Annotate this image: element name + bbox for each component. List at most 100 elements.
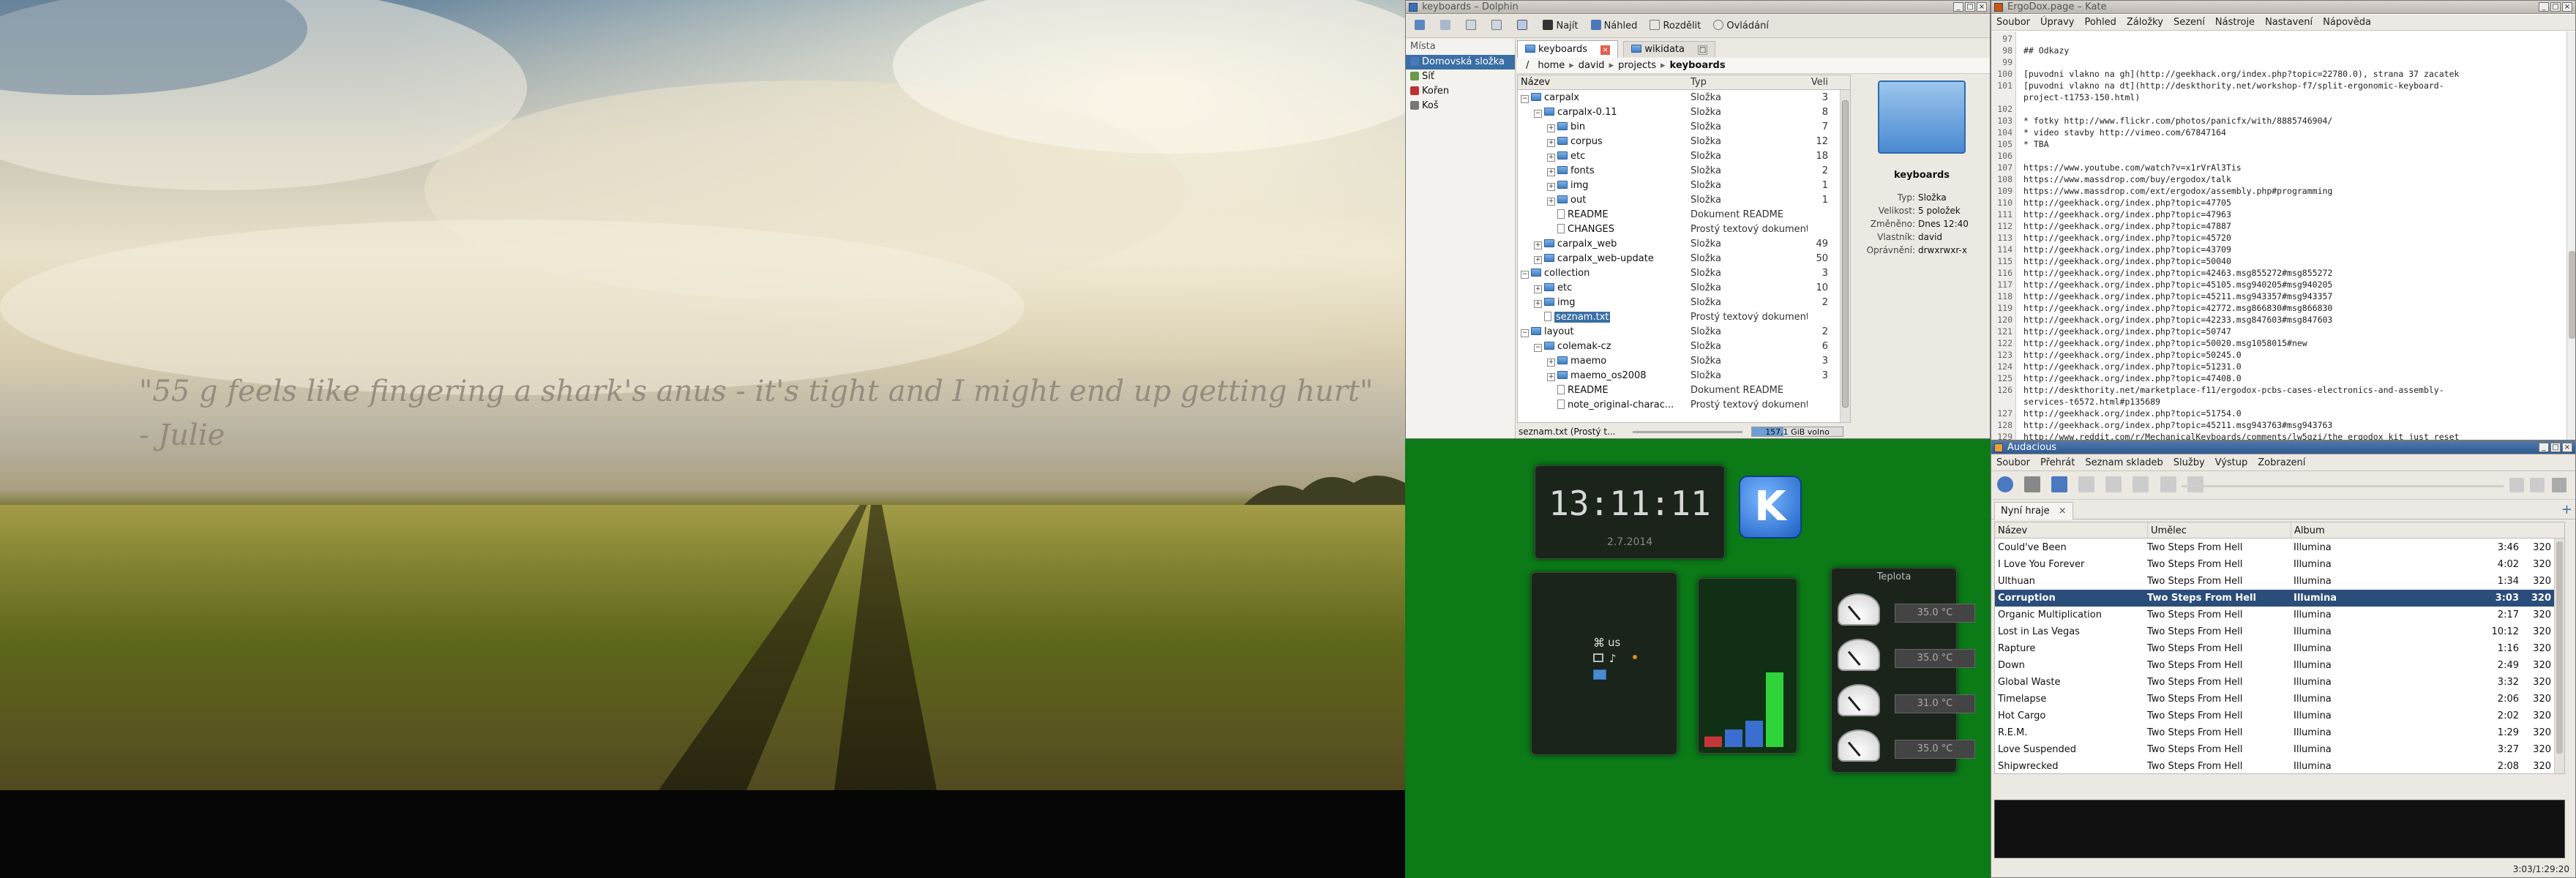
places-item[interactable]: Síť — [1406, 70, 1515, 84]
collapse-icon[interactable]: − — [1521, 329, 1529, 337]
column-size[interactable]: Veli — [1811, 75, 1828, 89]
minimize-button[interactable]: _ — [2539, 2, 2549, 12]
menu-item[interactable]: Zobrazení — [2253, 457, 2310, 468]
tab-now-playing[interactable]: Nyní hraje × — [1994, 502, 2073, 519]
pause-icon[interactable] — [2105, 476, 2122, 492]
file-row[interactable]: README Dokument README — [1518, 383, 1840, 398]
maximize-button[interactable]: □ — [2550, 2, 2561, 12]
file-row[interactable]: + carpalx_web Složka 49 — [1518, 237, 1840, 252]
file-row[interactable]: + bin Složka 7 — [1518, 120, 1840, 135]
expand-icon[interactable]: + — [1547, 168, 1555, 176]
forward-button[interactable] — [1436, 18, 1458, 35]
menu-item[interactable]: Seznam skladeb — [2080, 457, 2168, 468]
column-artist[interactable]: Umělec — [2147, 522, 2294, 538]
maximize-button[interactable]: □ — [2550, 443, 2561, 452]
close-tab-icon[interactable]: × — [1600, 45, 1611, 55]
kate-titlebar[interactable]: ErgoDox.page – Kate _ □ × — [1991, 1, 2575, 14]
file-row[interactable]: − collection Složka 3 — [1518, 266, 1840, 281]
playlist-scrollbar[interactable] — [2554, 539, 2564, 773]
expand-icon[interactable]: + — [1547, 373, 1555, 381]
menu-item[interactable]: Nápověda — [2318, 17, 2376, 28]
file-row[interactable]: + maemo Složka 3 — [1518, 354, 1840, 369]
file-row[interactable]: note_original-charac... Prostý textový do… — [1518, 398, 1840, 413]
file-row[interactable]: + img Složka 2 — [1518, 296, 1840, 310]
repeat-icon[interactable] — [2509, 478, 2524, 492]
file-row[interactable]: + carpalx_web-update Složka 50 — [1518, 252, 1840, 266]
dolphin-titlebar[interactable]: keyboards – Dolphin _ □ × — [1406, 1, 1990, 14]
playlist-row[interactable]: Love Suspended Two Steps From Hell Illumin… — [1995, 741, 2556, 758]
playlist-row[interactable]: Rapture Two Steps From Hell Illumina 1:16 32… — [1995, 640, 2556, 657]
expand-icon[interactable]: + — [1547, 183, 1555, 191]
breadcrumb-item[interactable]: keyboards — [1666, 60, 1730, 71]
tab-keyboards[interactable]: keyboards × — [1517, 40, 1619, 58]
collapse-icon[interactable]: − — [1521, 271, 1529, 279]
keyboard-layout[interactable]: us — [1608, 636, 1620, 649]
file-row[interactable]: − carpalx-0.11 Složka 8 — [1518, 105, 1840, 120]
compact-view-button[interactable] — [1487, 18, 1509, 35]
play-icon[interactable] — [2078, 476, 2095, 492]
playlist-row[interactable]: Organic Multiplication Two Steps From Hel… — [1995, 607, 2556, 623]
menu-item[interactable]: Úpravy — [2035, 17, 2079, 28]
add-icon[interactable] — [2051, 476, 2068, 492]
file-row[interactable]: − carpalx Složka 3 — [1518, 91, 1840, 105]
network-icon[interactable]: ⌘ — [1593, 636, 1605, 650]
playlist-row[interactable]: Ulthuan Two Steps From Hell Illumina 1:34 32… — [1995, 573, 2556, 590]
open-icon[interactable] — [2024, 476, 2041, 492]
close-tab-icon[interactable]: □ — [1698, 45, 1708, 55]
editor-text[interactable]: ## Odkazy [puvodni vlakno na gh](http://g… — [2023, 33, 2564, 440]
editor[interactable]: 97 98 99 100 101 102 103 104 105 106 107 108 109 110 1… — [1991, 31, 2575, 440]
expand-icon[interactable]: + — [1534, 241, 1542, 249]
previous-icon[interactable] — [2160, 476, 2176, 492]
control-button[interactable]: Ovládání — [1709, 18, 1773, 35]
expand-icon[interactable]: + — [1547, 154, 1555, 162]
expand-icon[interactable]: + — [1547, 359, 1555, 367]
vertical-scrollbar[interactable] — [1840, 90, 1850, 422]
playlist-row[interactable]: Could've Been Two Steps From Hell Illumina… — [1995, 539, 2556, 556]
expand-icon[interactable]: + — [1534, 300, 1542, 308]
menu-item[interactable]: Soubor — [1991, 457, 2035, 468]
file-row[interactable]: + out Složka 1 — [1518, 193, 1840, 208]
clock-widget[interactable]: 13:11:11 2.7.2014 — [1535, 465, 1725, 559]
seek-slider[interactable] — [2182, 485, 2504, 487]
playlist-row[interactable]: Timelapse Two Steps From Hell Illumina 2:06… — [1995, 691, 2556, 708]
column-album[interactable]: Album — [2291, 522, 2437, 538]
menu-item[interactable]: Přehrát — [2035, 457, 2080, 468]
breadcrumb-item[interactable]: projects — [1614, 60, 1660, 71]
breadcrumb-item[interactable]: david — [1574, 60, 1609, 71]
find-button[interactable]: Najít — [1538, 18, 1582, 35]
notification-icon[interactable] — [1633, 655, 1637, 659]
scrollbar-thumb[interactable] — [1842, 100, 1849, 408]
tab-wikidata[interactable]: wikidata □ — [1623, 41, 1716, 57]
expand-icon[interactable]: + — [1547, 139, 1555, 147]
file-row[interactable]: + img Složka 1 — [1518, 179, 1840, 193]
add-playlist-icon[interactable]: + — [2561, 502, 2572, 517]
places-item[interactable]: Kořen — [1406, 84, 1515, 99]
playlist-row[interactable]: Global Waste Two Steps From Hell Illumina 3… — [1995, 674, 2556, 691]
file-row[interactable]: CHANGES Prostý textový dokument — [1518, 222, 1840, 237]
expand-icon[interactable]: + — [1547, 198, 1555, 206]
file-row[interactable]: seznam.txt Prostý textový dokument — [1518, 310, 1840, 325]
file-row[interactable]: + maemo_os2008 Složka 3 — [1518, 369, 1840, 383]
back-button[interactable] — [1410, 18, 1432, 35]
playlist-row[interactable]: I Love You Forever Two Steps From Hell Ill… — [1995, 556, 2556, 573]
playlist-row[interactable]: Shipwrecked Two Steps From Hell Illumina 2:… — [1995, 758, 2556, 773]
playlist-row[interactable]: Down Two Steps From Hell Illumina 2:49 320 — [1995, 657, 2556, 674]
stop-icon[interactable] — [2133, 476, 2149, 492]
file-row[interactable]: + corpus Složka 12 — [1518, 135, 1840, 149]
close-button[interactable]: × — [2562, 443, 2572, 452]
next-icon[interactable] — [2187, 476, 2204, 492]
file-row[interactable]: − colemak-cz Složka 6 — [1518, 339, 1840, 354]
menu-item[interactable]: Výstup — [2210, 457, 2253, 468]
menu-item[interactable]: Pohled — [2079, 17, 2121, 28]
scrollbar-thumb[interactable] — [2556, 541, 2563, 754]
file-row[interactable]: + etc Složka 10 — [1518, 281, 1840, 296]
menu-item[interactable]: Sezení — [2168, 17, 2210, 28]
collapse-icon[interactable]: − — [1521, 95, 1529, 103]
expand-icon[interactable]: + — [1534, 285, 1542, 293]
playlist-row[interactable]: Lost in Las Vegas Two Steps From Hell Illu… — [1995, 623, 2556, 640]
audacious-titlebar[interactable]: Audacious _ □ × — [1991, 441, 2575, 454]
breadcrumb-item[interactable]: / — [1521, 60, 1533, 71]
minimize-button[interactable]: _ — [2539, 443, 2549, 452]
expand-icon[interactable]: + — [1534, 256, 1542, 264]
column-name[interactable]: Název — [1518, 75, 1688, 89]
